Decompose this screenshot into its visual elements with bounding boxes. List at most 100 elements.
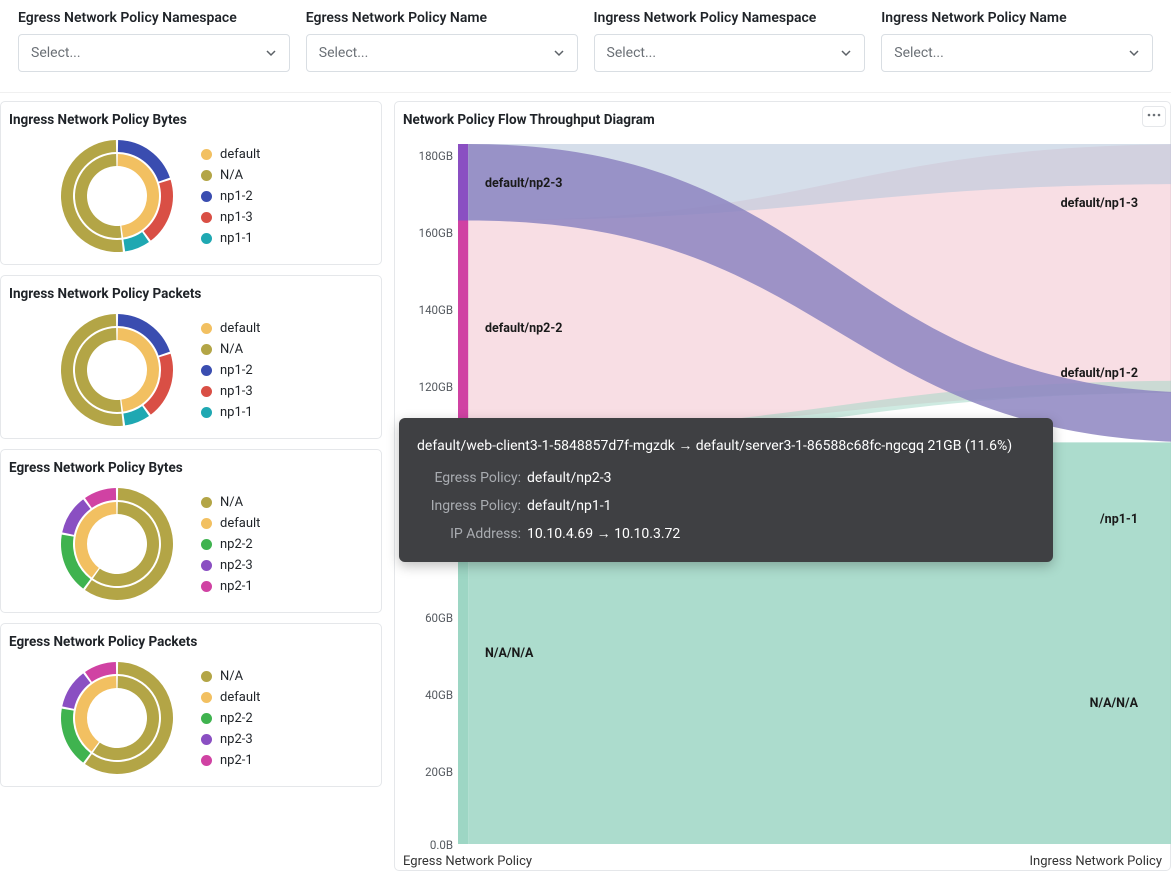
- legend-item[interactable]: np1-1: [201, 231, 260, 246]
- panel-title: Egress Network Policy Packets: [9, 632, 373, 658]
- sankey-right-label: default/np1-3: [1061, 196, 1138, 211]
- legend-label: np2-2: [220, 537, 253, 552]
- legend-swatch: [201, 518, 212, 529]
- legend-item[interactable]: default: [201, 690, 260, 705]
- ellipsis-icon: [1147, 110, 1161, 120]
- sankey-left-label: default/np2-2: [485, 321, 562, 336]
- legend-label: np2-1: [220, 753, 253, 768]
- y-tick: 180GB: [403, 149, 453, 163]
- left-column: Ingress Network Policy Bytes default N/A n…: [0, 101, 390, 871]
- legend-egress-packets: N/A default np2-2 np2-3 np2-1: [201, 669, 260, 768]
- legend-swatch: [201, 560, 212, 571]
- panel-ingress-bytes: Ingress Network Policy Bytes default N/A n…: [0, 101, 382, 265]
- legend-item[interactable]: np2-2: [201, 537, 260, 552]
- tooltip-key: IP Address:: [417, 520, 527, 548]
- filter-ingress-name: Ingress Network Policy Name Select...: [881, 10, 1153, 72]
- legend-label: np2-3: [220, 732, 253, 747]
- sankey-right-label: /np1-1: [1100, 512, 1138, 527]
- legend-label: np1-2: [220, 363, 253, 378]
- legend-item[interactable]: np1-3: [201, 210, 260, 225]
- y-tick: 60GB: [403, 611, 453, 625]
- legend-swatch: [201, 149, 212, 160]
- filter-ingress-namespace: Ingress Network Policy Namespace Select.…: [594, 10, 866, 72]
- chevron-down-icon: [553, 47, 565, 59]
- legend-swatch: [201, 170, 212, 181]
- main: Ingress Network Policy Bytes default N/A n…: [0, 93, 1171, 879]
- chevron-down-icon: [1128, 47, 1140, 59]
- y-tick: 160GB: [403, 226, 453, 240]
- sankey-right-label: N/A/N/A: [1090, 696, 1138, 711]
- tooltip-key: Ingress Policy:: [417, 492, 527, 520]
- legend-swatch: [201, 692, 212, 703]
- legend-item[interactable]: np2-3: [201, 558, 260, 573]
- legend-swatch: [201, 671, 212, 682]
- sankey-right-label: default/np1-2: [1061, 366, 1138, 381]
- legend-label: np1-3: [220, 384, 253, 399]
- legend-item[interactable]: N/A: [201, 342, 260, 357]
- legend-label: np1-1: [220, 231, 253, 246]
- legend-label: default: [220, 321, 260, 336]
- sankey-left-label: N/A/N/A: [485, 646, 533, 661]
- donut-chart-ingress-bytes: [57, 136, 177, 256]
- legend-swatch: [201, 581, 212, 592]
- legend-item[interactable]: default: [201, 321, 260, 336]
- tooltip-value: default/np1-1: [527, 492, 611, 520]
- filter-label: Ingress Network Policy Namespace: [594, 10, 866, 26]
- tooltip-value: 10.10.4.69 → 10.10.3.72: [527, 520, 680, 548]
- legend-item[interactable]: N/A: [201, 669, 260, 684]
- legend-item[interactable]: default: [201, 147, 260, 162]
- legend-item[interactable]: np2-1: [201, 579, 260, 594]
- panel-title: Ingress Network Policy Bytes: [9, 110, 373, 136]
- legend-item[interactable]: np1-1: [201, 405, 260, 420]
- right-column: Network Policy Flow Throughput Diagram 1…: [390, 101, 1171, 871]
- panel-egress-packets: Egress Network Policy Packets N/A default…: [0, 623, 382, 787]
- legend-swatch: [201, 344, 212, 355]
- diagram-title: Network Policy Flow Throughput Diagram: [403, 110, 655, 136]
- panel-title: Ingress Network Policy Packets: [9, 284, 373, 310]
- legend-swatch: [201, 713, 212, 724]
- y-tick: 20GB: [403, 765, 453, 779]
- legend-item[interactable]: np2-1: [201, 753, 260, 768]
- filter-egress-namespace: Egress Network Policy Namespace Select..…: [18, 10, 290, 72]
- legend-item[interactable]: N/A: [201, 495, 260, 510]
- legend-item[interactable]: np1-2: [201, 189, 260, 204]
- legend-swatch: [201, 734, 212, 745]
- legend-swatch: [201, 233, 212, 244]
- filter-placeholder: Select...: [607, 45, 657, 61]
- filter-placeholder: Select...: [894, 45, 944, 61]
- donut-chart-egress-bytes: [57, 484, 177, 604]
- y-tick: 120GB: [403, 380, 453, 394]
- filter-select-ingress-namespace[interactable]: Select...: [594, 34, 866, 72]
- diagram-body: 180GB 160GB 140GB 120GB 60GB 40GB 20GB 0…: [403, 136, 1162, 856]
- filter-placeholder: Select...: [319, 45, 369, 61]
- legend-swatch: [201, 191, 212, 202]
- filter-select-egress-name[interactable]: Select...: [306, 34, 578, 72]
- legend-label: np1-2: [220, 189, 253, 204]
- legend-swatch: [201, 365, 212, 376]
- legend-label: N/A: [220, 495, 243, 510]
- filter-row: Egress Network Policy Namespace Select..…: [0, 0, 1171, 93]
- legend-item[interactable]: np1-2: [201, 363, 260, 378]
- filter-select-ingress-name[interactable]: Select...: [881, 34, 1153, 72]
- tooltip-title: default/web-client3-1-5848857d7f-mgzdk →…: [417, 432, 1035, 460]
- panel-menu-button[interactable]: [1142, 106, 1166, 127]
- y-tick: 140GB: [403, 303, 453, 317]
- legend-swatch: [201, 407, 212, 418]
- legend-ingress-packets: default N/A np1-2 np1-3 np1-1: [201, 321, 260, 420]
- chevron-down-icon: [265, 47, 277, 59]
- legend-item[interactable]: np1-3: [201, 384, 260, 399]
- legend-item[interactable]: np2-2: [201, 711, 260, 726]
- filter-label: Ingress Network Policy Name: [881, 10, 1153, 26]
- legend-label: np2-2: [220, 711, 253, 726]
- legend-swatch: [201, 497, 212, 508]
- legend-swatch: [201, 386, 212, 397]
- filter-select-egress-namespace[interactable]: Select...: [18, 34, 290, 72]
- legend-label: np1-3: [220, 210, 253, 225]
- legend-item[interactable]: default: [201, 516, 260, 531]
- legend-item[interactable]: N/A: [201, 168, 260, 183]
- y-tick: 0.0B: [403, 838, 453, 852]
- panel-ingress-packets: Ingress Network Policy Packets default N/…: [0, 275, 382, 439]
- legend-item[interactable]: np2-3: [201, 732, 260, 747]
- x-axis-left: Egress Network Policy: [403, 854, 532, 869]
- legend-ingress-bytes: default N/A np1-2 np1-3 np1-1: [201, 147, 260, 246]
